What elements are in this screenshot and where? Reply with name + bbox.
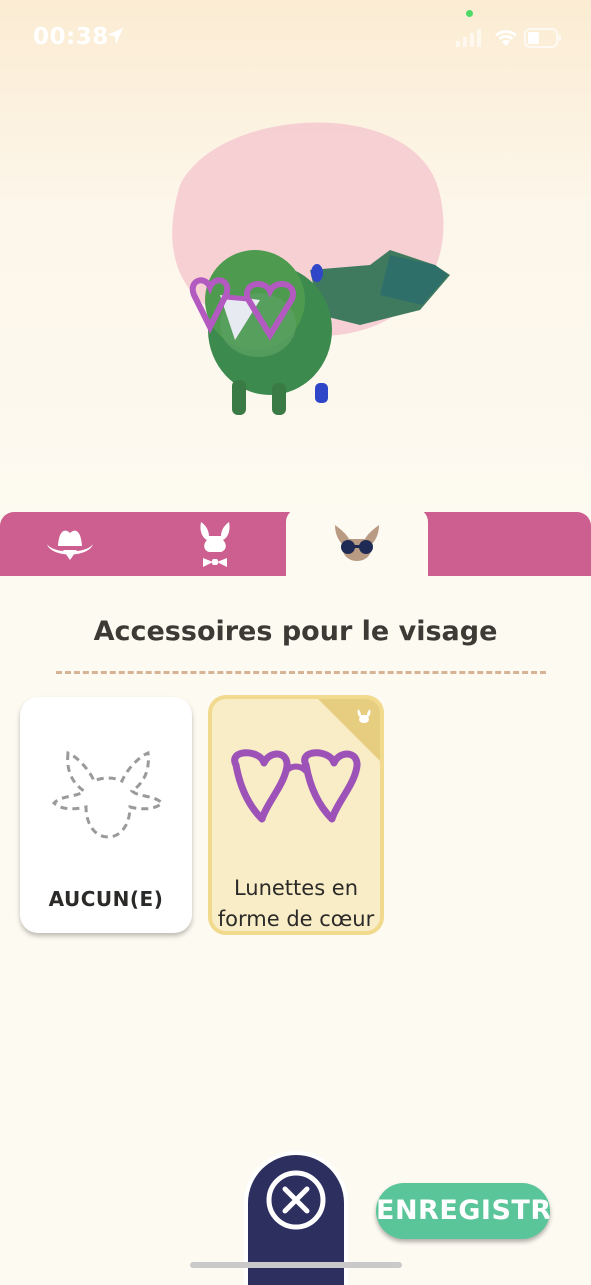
accessory-card-none[interactable]: AUCUN(E) (20, 697, 192, 933)
accessory-tab-bar (0, 508, 591, 580)
close-icon[interactable] (265, 1169, 327, 1231)
home-indicator[interactable] (190, 1262, 402, 1268)
cellular-signal-icon (456, 29, 481, 47)
tab-face[interactable] (286, 508, 428, 580)
accessory-card-heart-glasses[interactable]: Lunettes en forme de cœur (208, 695, 384, 935)
tab-outfit[interactable] (145, 512, 285, 576)
label-line-2: forme de cœur (217, 907, 375, 931)
save-button[interactable]: ENREGISTRE (376, 1183, 550, 1239)
tab-hat[interactable] (0, 512, 140, 576)
status-bar: 00:38 (0, 0, 591, 80)
wifi-icon (495, 30, 517, 46)
pokemon-model[interactable] (160, 115, 470, 435)
label-line-1: Lunettes en (233, 876, 359, 900)
pokemon-outline-icon (51, 750, 165, 839)
heart-glasses-icon (231, 749, 361, 823)
section-divider (56, 671, 546, 674)
accessory-none-label: AUCUN(E) (48, 887, 164, 911)
bunny-bowtie-icon (200, 522, 230, 567)
cowboy-hat-icon (47, 530, 93, 560)
privacy-dot (466, 10, 473, 17)
status-time: 00:38 (33, 24, 109, 50)
section-title: Accessoires pour le visage (93, 616, 498, 647)
location-arrow-icon (107, 28, 123, 44)
accessory-heart-glasses-label: Lunettes en forme de cœur (212, 873, 380, 931)
battery-icon (524, 28, 561, 48)
face-glasses-icon (335, 525, 379, 561)
